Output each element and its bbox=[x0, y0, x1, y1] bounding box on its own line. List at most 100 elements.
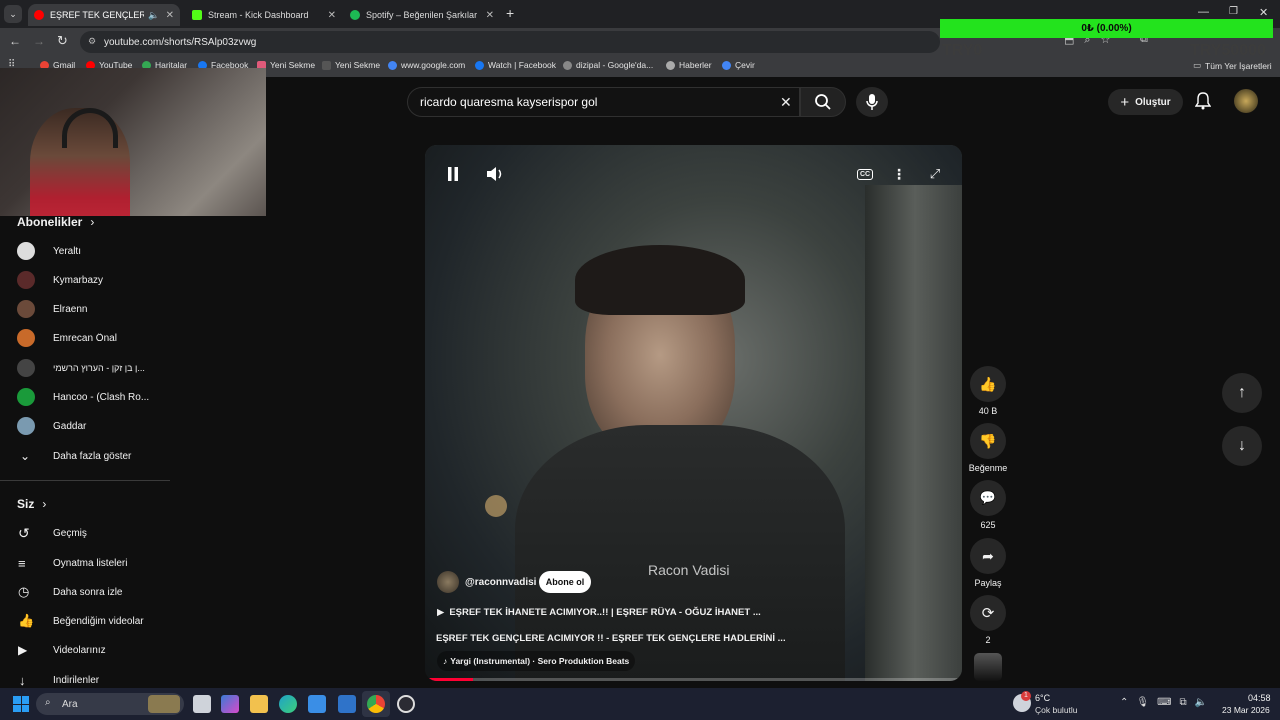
obs-icon[interactable] bbox=[397, 695, 415, 713]
file-explorer-icon[interactable] bbox=[250, 695, 268, 713]
play-icon: ▶ bbox=[437, 607, 445, 618]
subscription-item[interactable]: Gaddar bbox=[0, 413, 170, 439]
subscription-item[interactable]: ן בן זקן - הערוץ הרשמי... bbox=[0, 355, 170, 381]
site-info-icon[interactable]: ⚙ bbox=[88, 36, 96, 47]
bookmark-label: Watch | Facebook bbox=[488, 60, 557, 70]
channel-name: Gaddar bbox=[53, 420, 87, 432]
bookmark-watch-facebook[interactable]: Watch | Facebook bbox=[475, 60, 556, 70]
remix-button[interactable]: ⟳ bbox=[970, 595, 1006, 631]
sidebar-item-history[interactable]: ↺ Geçmiş bbox=[0, 520, 170, 546]
fullscreen-button[interactable]: ⤢ bbox=[922, 161, 948, 187]
bookmark-cevir[interactable]: Çevir bbox=[722, 60, 755, 70]
volume-button[interactable] bbox=[482, 161, 508, 187]
task-view-icon[interactable] bbox=[193, 695, 211, 713]
bookmark-yeni-sekme-2[interactable]: Yeni Sekme bbox=[322, 60, 380, 70]
close-tab-icon[interactable]: ✕ bbox=[166, 10, 174, 21]
back-icon[interactable]: ← bbox=[9, 34, 21, 48]
bookmark-dizipal[interactable]: dizipal - Google'da... bbox=[563, 60, 653, 70]
sidebar-item-watch-later[interactable]: ◷ Daha sonra izle bbox=[0, 579, 170, 605]
minimize-button[interactable]: — bbox=[1198, 6, 1209, 18]
copilot-icon[interactable] bbox=[221, 695, 239, 713]
tab-spotify[interactable]: Spotify – Beğenilen Şarkılar ✕ bbox=[344, 4, 500, 26]
maximize-button[interactable]: ❐ bbox=[1229, 6, 1238, 17]
subscription-item[interactable]: Emrecan Önal bbox=[0, 325, 170, 351]
playlist-icon: ≡ bbox=[18, 555, 26, 571]
close-tab-icon[interactable]: ✕ bbox=[486, 10, 494, 21]
subscriptions-title[interactable]: Abonelikler › bbox=[17, 215, 94, 229]
tab-kick[interactable]: Stream - Kick Dashboard ✕ bbox=[186, 4, 342, 26]
bookmark-label: Yeni Sekme bbox=[335, 60, 381, 70]
sidebar-item-label: Oynatma listeleri bbox=[53, 557, 128, 569]
playlist-link[interactable]: ▶ EŞREF TEK İHANETE ACIMIYOR..!! | EŞREF … bbox=[437, 607, 761, 618]
mail-icon[interactable] bbox=[338, 695, 356, 713]
channel-handle[interactable]: @raconnvadisi bbox=[465, 577, 536, 588]
weather-desc[interactable]: Çok bulutlu bbox=[1035, 705, 1078, 715]
show-more-button[interactable]: ⌄ Daha fazla göster bbox=[0, 443, 170, 469]
subscription-item[interactable]: Yeraltı bbox=[0, 238, 170, 264]
sidebar-item-label: Daha sonra izle bbox=[53, 586, 123, 598]
subscription-item[interactable]: Hancoo - (Clash Ro... bbox=[0, 384, 170, 410]
tab-search-button[interactable]: ⌄ bbox=[4, 5, 22, 23]
sidebar-item-liked-videos[interactable]: 👍 Beğendiğim videolar bbox=[0, 608, 170, 634]
you-title[interactable]: Siz › bbox=[17, 497, 46, 511]
windows-start-icon[interactable] bbox=[13, 696, 29, 712]
bookmark-google[interactable]: www.google.com bbox=[388, 60, 465, 70]
video-scene-car-frame bbox=[865, 185, 962, 681]
arrow-down-icon: ↓ bbox=[1238, 437, 1246, 454]
like-button[interactable]: 👍 bbox=[970, 366, 1006, 402]
clock-time[interactable]: 04:58 bbox=[1248, 693, 1271, 703]
search-input[interactable]: ricardo quaresma kayserispor gol ✕ bbox=[407, 87, 800, 117]
download-icon: ↓ bbox=[19, 672, 26, 688]
sidebar-item-playlists[interactable]: ≡ Oynatma listeleri bbox=[0, 550, 170, 576]
search-button[interactable] bbox=[800, 87, 846, 117]
clock-date[interactable]: 23 Mar 2026 bbox=[1222, 705, 1270, 715]
comment-count: 625 bbox=[980, 520, 996, 530]
store-icon[interactable] bbox=[308, 695, 326, 713]
sound-thumbnail[interactable] bbox=[974, 653, 1002, 681]
url-bar[interactable]: ⚙ youtube.com/shorts/RSAlp03zvwg bbox=[80, 31, 940, 53]
channel-avatar[interactable] bbox=[437, 571, 459, 593]
new-tab-button[interactable]: + bbox=[506, 5, 514, 21]
comments-button[interactable]: 💬 bbox=[970, 480, 1006, 516]
share-button[interactable]: ➦ bbox=[970, 538, 1006, 574]
forward-icon[interactable]: → bbox=[33, 34, 45, 48]
clear-search-icon[interactable]: ✕ bbox=[780, 94, 792, 111]
close-window-button[interactable]: ✕ bbox=[1259, 6, 1268, 19]
weather-temp[interactable]: 6°C bbox=[1035, 693, 1050, 703]
create-button[interactable]: + Oluştur bbox=[1108, 89, 1183, 115]
progress-track[interactable] bbox=[425, 678, 962, 681]
all-bookmarks[interactable]: ▭ Tüm Yer İşaretleri bbox=[1193, 60, 1272, 71]
voice-search-button[interactable] bbox=[856, 87, 888, 117]
close-tab-icon[interactable]: ✕ bbox=[328, 10, 336, 21]
subscription-item[interactable]: Kymarbazy bbox=[0, 267, 170, 293]
more-options-button[interactable]: ⋮ bbox=[886, 161, 912, 187]
chevron-right-icon: › bbox=[42, 497, 47, 511]
bookmark-haberler[interactable]: Haberler bbox=[666, 60, 712, 70]
speaker-icon[interactable]: 🔈 bbox=[148, 10, 159, 21]
show-more-label: Daha fazla göster bbox=[53, 450, 132, 462]
music-chip[interactable]: ♪ Yargi (Instrumental) · Sero Produktion … bbox=[437, 651, 636, 671]
subscribe-button[interactable]: Abone ol bbox=[539, 571, 591, 593]
next-short-button[interactable]: ↓ bbox=[1222, 426, 1262, 466]
sidebar-item-your-videos[interactable]: ▶ Videolarınız bbox=[0, 637, 170, 663]
captions-button[interactable]: CC bbox=[852, 161, 878, 187]
subscription-item[interactable]: Elraenn bbox=[0, 296, 170, 322]
chrome-icon[interactable] bbox=[367, 695, 385, 713]
account-avatar[interactable] bbox=[1234, 89, 1258, 113]
tab-youtube[interactable]: EŞREF TEK GENÇLERE ACIM 🔈 ✕ bbox=[28, 4, 180, 26]
tray-icons[interactable]: ⌃🎙⌨⧉🔈 bbox=[1120, 697, 1215, 708]
taskbar-search[interactable]: ⌕ Ara bbox=[36, 693, 184, 715]
dislike-button[interactable]: 👎 bbox=[970, 423, 1006, 459]
previous-short-button[interactable]: ↑ bbox=[1222, 373, 1262, 413]
video-title: EŞREF TEK GENÇLERE ACIMIYOR !! - EŞREF T… bbox=[436, 633, 786, 644]
notifications-bell-icon[interactable] bbox=[1194, 92, 1212, 115]
pause-button[interactable] bbox=[440, 161, 466, 187]
thumb-up-icon: 👍 bbox=[18, 613, 35, 628]
taskbar-search-placeholder: Ara bbox=[62, 698, 78, 710]
reload-icon[interactable]: ↻ bbox=[57, 33, 68, 49]
kick-favicon-icon bbox=[192, 10, 202, 20]
video-watermark: Racon Vadisi bbox=[648, 562, 730, 578]
history-icon: ↺ bbox=[18, 524, 30, 541]
shorts-video-player[interactable]: CC ⋮ ⤢ Racon Vadisi @raconnvadisi Abone … bbox=[425, 145, 962, 681]
edge-icon[interactable] bbox=[279, 695, 297, 713]
